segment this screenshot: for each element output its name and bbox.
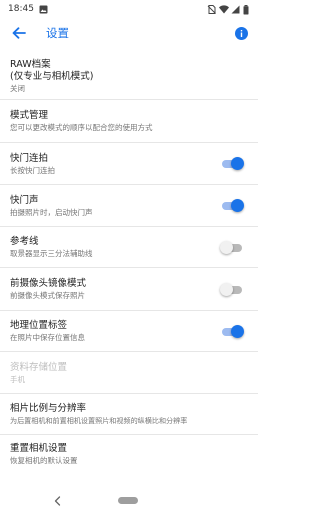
setting-front-mirror[interactable]: 前摄像头镜像模式 前摄像头模式保存照片 [0,268,258,311]
shutter-sound-toggle[interactable] [220,199,246,213]
setting-shutter-sound-title: 快门声 [10,194,39,206]
setting-grid[interactable]: 参考线 取景器显示三分法辅助线 [0,227,258,268]
setting-storage: 资料存储位置 手机 [0,352,258,394]
toggle-thumb [220,240,233,254]
toggle-thumb [231,324,244,338]
toggle-thumb [231,199,244,212]
setting-front-mirror-title: 前摄像头镜像模式 [10,278,87,289]
settings-list: RAW档案 (仅专业与相机模式) 关闭 模式管理 您可以更改模式的顺序以配合您的… [0,52,258,473]
nav-home-pill[interactable] [118,497,138,504]
setting-storage-text: 资料存储位置 手机 [10,362,248,385]
setting-geo-tag-title: 地理位置标签 [10,320,68,331]
camera-settings-screen: 18:45 设置 RAW档案 (仅专业与相机模式) 关闭 模式管理 您可以更改模… [0,0,258,516]
setting-burst-text: 快门连拍 长按快门连拍 [10,153,220,176]
setting-raw[interactable]: RAW档案 (仅专业与相机模式) 关闭 [0,52,258,100]
navigation-bar [0,486,258,516]
setting-shutter-sound-text: 快门声 拍摄照片时，启动快门声 [10,195,220,218]
setting-shutter-sound-subtitle: 拍摄照片时，启动快门声 [10,207,93,217]
setting-mode-management-text: 模式管理 您可以更改模式的顺序以配合您的使用方式 [10,110,248,133]
page-title: 设置 [46,26,69,40]
setting-storage-title: 资料存储位置 [10,361,68,373]
setting-geo-tag-text: 地理位置标签 在照片中保存位置信息 [10,320,220,343]
geo-tag-toggle[interactable] [220,324,246,339]
image-icon [39,5,48,14]
setting-reset-subtitle: 恢复相机的默认设置 [10,455,78,465]
setting-grid-text: 参考线 取景器显示三分法辅助线 [10,236,220,259]
info-button[interactable] [226,18,256,48]
nav-back-button[interactable] [50,493,64,509]
wifi-icon [219,4,229,14]
chevron-left-icon [54,496,60,506]
status-bar: 18:45 [0,0,258,18]
status-left: 18:45 [8,4,48,14]
burst-toggle[interactable] [220,157,246,171]
signal-icon [231,5,240,14]
setting-geo-tag-subtitle: 在照片中保存位置信息 [10,333,85,342]
setting-burst-title: 快门连拍 [10,152,49,164]
grid-toggle[interactable] [220,240,246,255]
setting-raw-title-line2: (仅专业与相机模式) [10,70,94,82]
setting-mode-management[interactable]: 模式管理 您可以更改模式的顺序以配合您的使用方式 [0,100,258,143]
front-mirror-toggle[interactable] [220,282,246,297]
status-right [207,4,252,14]
toggle-thumb [220,282,233,296]
toggle-thumb [231,157,244,170]
back-button[interactable] [2,18,36,48]
setting-aspect-ratio[interactable]: 相片比例与分辨率 为后置相机和前置相机设置照片和视频的纵横比和分辨率 [0,394,258,435]
setting-mode-management-subtitle: 您可以更改模式的顺序以配合您的使用方式 [10,123,153,132]
setting-shutter-sound[interactable]: 快门声 拍摄照片时，启动快门声 [0,185,258,227]
setting-grid-subtitle: 取景器显示三分法辅助线 [10,249,93,258]
setting-front-mirror-subtitle: 前摄像头模式保存照片 [10,291,85,300]
setting-front-mirror-text: 前摄像头镜像模式 前摄像头模式保存照片 [10,278,220,301]
status-time: 18:45 [8,4,34,14]
setting-aspect-ratio-title: 相片比例与分辨率 [10,403,87,414]
setting-aspect-ratio-subtitle: 为后置相机和前置相机设置照片和视频的纵横比和分辨率 [10,416,188,425]
setting-storage-subtitle: 手机 [10,374,25,384]
setting-aspect-ratio-text: 相片比例与分辨率 为后置相机和前置相机设置照片和视频的纵横比和分辨率 [10,403,248,426]
setting-burst-subtitle: 长按快门连拍 [10,165,55,175]
arrow-back-icon [12,27,26,39]
setting-reset-title: 重置相机设置 [10,442,68,454]
setting-geo-tag[interactable]: 地理位置标签 在照片中保存位置信息 [0,311,258,352]
app-bar: 设置 [0,18,258,48]
setting-burst[interactable]: 快门连拍 长按快门连拍 [0,143,258,185]
setting-raw-text: RAW档案 (仅专业与相机模式) 关闭 [10,59,248,94]
info-icon [234,26,248,40]
setting-grid-title: 参考线 [10,236,39,247]
no-sim-icon [207,4,216,14]
setting-reset-text: 重置相机设置 恢复相机的默认设置 [10,443,248,466]
setting-raw-subtitle: 关闭 [10,83,25,93]
setting-mode-management-title: 模式管理 [10,110,49,121]
battery-icon [243,4,252,14]
setting-reset[interactable]: 重置相机设置 恢复相机的默认设置 [0,435,258,473]
setting-raw-title: RAW档案 [10,58,51,70]
